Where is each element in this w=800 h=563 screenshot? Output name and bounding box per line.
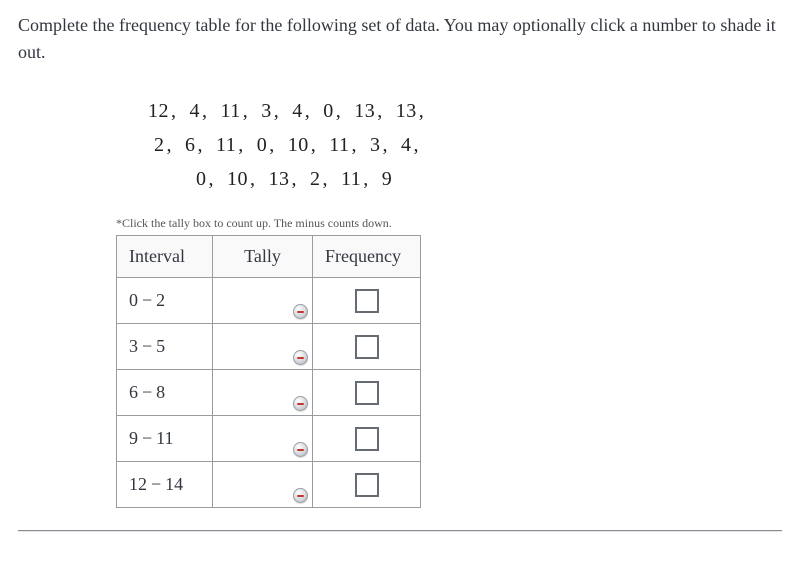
data-number[interactable]: 6 bbox=[183, 128, 198, 162]
interval-cell: 3−5 bbox=[117, 324, 213, 370]
comma-sep: , bbox=[414, 134, 420, 156]
minus-icon[interactable] bbox=[293, 350, 308, 365]
header-frequency: Frequency bbox=[313, 236, 421, 278]
header-interval: Interval bbox=[117, 236, 213, 278]
frequency-input[interactable] bbox=[355, 381, 379, 405]
interval-dash: − bbox=[151, 474, 161, 494]
interval-low: 0 bbox=[129, 290, 138, 310]
data-number[interactable]: 11 bbox=[214, 128, 238, 162]
divider bbox=[18, 530, 782, 531]
comma-sep: , bbox=[238, 134, 244, 156]
data-number[interactable]: 13 bbox=[394, 94, 419, 128]
comma-sep: , bbox=[363, 168, 369, 190]
data-number[interactable]: 2 bbox=[152, 128, 167, 162]
data-number[interactable]: 12 bbox=[146, 94, 171, 128]
interval-cell: 9−11 bbox=[117, 416, 213, 462]
data-row: 0, 10, 13, 2, 11, 9 bbox=[194, 162, 782, 196]
interval-dash: − bbox=[142, 428, 152, 448]
comma-sep: , bbox=[336, 100, 342, 122]
header-tally: Tally bbox=[213, 236, 313, 278]
data-number[interactable]: 2 bbox=[308, 162, 323, 196]
data-number[interactable]: 13 bbox=[267, 162, 292, 196]
frequency-cell bbox=[313, 278, 421, 324]
data-row: 2, 6, 11, 0, 10, 11, 3, 4, bbox=[152, 128, 782, 162]
comma-sep: , bbox=[209, 168, 215, 190]
data-number[interactable]: 4 bbox=[399, 128, 414, 162]
comma-sep: , bbox=[323, 168, 329, 190]
minus-icon[interactable] bbox=[293, 304, 308, 319]
table-row: 3−5 bbox=[117, 324, 421, 370]
table-row: 0−2 bbox=[117, 278, 421, 324]
minus-icon[interactable] bbox=[293, 488, 308, 503]
interval-cell: 6−8 bbox=[117, 370, 213, 416]
frequency-cell bbox=[313, 462, 421, 508]
comma-sep: , bbox=[243, 100, 249, 122]
data-number[interactable]: 10 bbox=[286, 128, 311, 162]
comma-sep: , bbox=[292, 168, 298, 190]
comma-sep: , bbox=[198, 134, 204, 156]
data-number[interactable]: 11 bbox=[327, 128, 351, 162]
interval-dash: − bbox=[142, 290, 152, 310]
interval-high: 11 bbox=[156, 428, 173, 448]
frequency-input[interactable] bbox=[355, 335, 379, 359]
tally-hint: *Click the tally box to count up. The mi… bbox=[116, 216, 782, 231]
interval-high: 5 bbox=[156, 336, 165, 356]
data-number[interactable]: 9 bbox=[380, 162, 395, 196]
interval-low: 6 bbox=[129, 382, 138, 402]
minus-icon[interactable] bbox=[293, 396, 308, 411]
data-number[interactable]: 4 bbox=[188, 94, 203, 128]
interval-dash: − bbox=[142, 382, 152, 402]
data-number[interactable]: 0 bbox=[194, 162, 209, 196]
interval-high: 2 bbox=[156, 290, 165, 310]
data-number[interactable]: 3 bbox=[368, 128, 383, 162]
table-row: 6−8 bbox=[117, 370, 421, 416]
data-set: 12, 4, 11, 3, 4, 0, 13, 13, 2, 6, 11, 0,… bbox=[146, 94, 782, 196]
comma-sep: , bbox=[352, 134, 358, 156]
interval-low: 3 bbox=[129, 336, 138, 356]
frequency-cell bbox=[313, 370, 421, 416]
comma-sep: , bbox=[305, 100, 311, 122]
table-row: 9−11 bbox=[117, 416, 421, 462]
interval-low: 12 bbox=[129, 474, 147, 494]
comma-sep: , bbox=[377, 100, 383, 122]
frequency-input[interactable] bbox=[355, 473, 379, 497]
instruction-text: Complete the frequency table for the fol… bbox=[18, 12, 782, 66]
comma-sep: , bbox=[167, 134, 173, 156]
data-number[interactable]: 13 bbox=[352, 94, 377, 128]
comma-sep: , bbox=[171, 100, 177, 122]
interval-high: 8 bbox=[156, 382, 165, 402]
comma-sep: , bbox=[311, 134, 317, 156]
tally-cell[interactable] bbox=[213, 462, 313, 508]
interval-cell: 12−14 bbox=[117, 462, 213, 508]
frequency-input[interactable] bbox=[355, 427, 379, 451]
interval-cell: 0−2 bbox=[117, 278, 213, 324]
tally-cell[interactable] bbox=[213, 278, 313, 324]
data-number[interactable]: 10 bbox=[225, 162, 250, 196]
table-row: 12−14 bbox=[117, 462, 421, 508]
interval-high: 14 bbox=[165, 474, 183, 494]
comma-sep: , bbox=[202, 100, 208, 122]
frequency-table: Interval Tally Frequency 0−2 3−5 6−8 9−1… bbox=[116, 235, 421, 508]
data-number[interactable]: 0 bbox=[255, 128, 270, 162]
data-number[interactable]: 0 bbox=[321, 94, 336, 128]
comma-sep: , bbox=[383, 134, 389, 156]
data-number[interactable]: 11 bbox=[339, 162, 363, 196]
comma-sep: , bbox=[269, 134, 275, 156]
tally-cell[interactable] bbox=[213, 324, 313, 370]
data-number[interactable]: 3 bbox=[259, 94, 274, 128]
interval-dash: − bbox=[142, 336, 152, 356]
data-number[interactable]: 11 bbox=[219, 94, 243, 128]
frequency-cell bbox=[313, 324, 421, 370]
tally-cell[interactable] bbox=[213, 370, 313, 416]
comma-sep: , bbox=[274, 100, 280, 122]
frequency-input[interactable] bbox=[355, 289, 379, 313]
data-row: 12, 4, 11, 3, 4, 0, 13, 13, bbox=[146, 94, 782, 128]
comma-sep: , bbox=[419, 100, 425, 122]
minus-icon[interactable] bbox=[293, 442, 308, 457]
frequency-cell bbox=[313, 416, 421, 462]
interval-low: 9 bbox=[129, 428, 138, 448]
data-number[interactable]: 4 bbox=[290, 94, 305, 128]
comma-sep: , bbox=[250, 168, 256, 190]
tally-cell[interactable] bbox=[213, 416, 313, 462]
